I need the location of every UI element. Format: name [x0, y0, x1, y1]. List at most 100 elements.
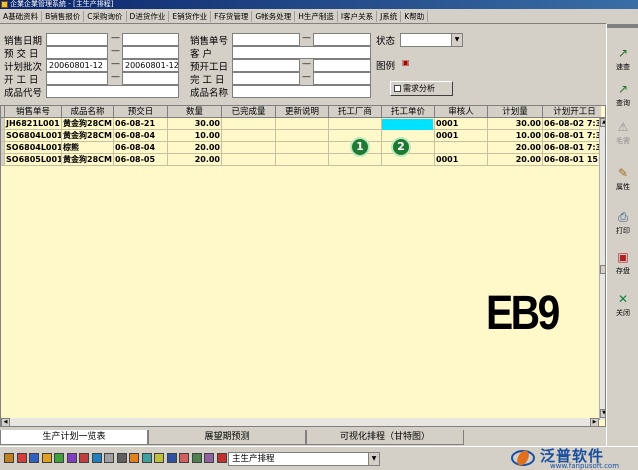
- taskbar-tool-icon[interactable]: [166, 453, 177, 463]
- table-cell[interactable]: [276, 130, 329, 142]
- menu-item[interactable]: D进货作业: [127, 10, 170, 22]
- column-header[interactable]: 销售单号: [5, 106, 62, 118]
- taskbar-tool-icon[interactable]: [204, 453, 214, 463]
- menu-item[interactable]: K帮助: [401, 10, 429, 22]
- taskbar-tool-icon[interactable]: [216, 453, 227, 463]
- table-cell[interactable]: [276, 118, 329, 130]
- table-cell[interactable]: 0001: [435, 118, 488, 130]
- table-cell[interactable]: [222, 154, 276, 166]
- table-cell[interactable]: SO6805L001: [5, 154, 62, 166]
- menu-item[interactable]: J系统: [377, 10, 402, 22]
- delivery-date-to-field[interactable]: [122, 46, 179, 59]
- table-cell[interactable]: [329, 118, 382, 130]
- table-cell[interactable]: SO6804L001: [5, 130, 62, 142]
- start-date-to-field[interactable]: [122, 72, 179, 85]
- table-cell[interactable]: 20.00: [168, 154, 222, 166]
- taskbar-tool-icon[interactable]: [66, 453, 77, 463]
- tab[interactable]: 展望期预测: [148, 430, 306, 445]
- table-cell[interactable]: 20.00: [488, 154, 543, 166]
- plan-batch-from-field[interactable]: 20060801-12: [46, 59, 108, 72]
- taskbar-tool-icon[interactable]: [16, 453, 27, 463]
- column-header[interactable]: 预交日: [114, 106, 168, 118]
- horizontal-scrollbar[interactable]: ◀ ▶: [1, 418, 599, 426]
- table-cell[interactable]: 棕熊: [62, 142, 114, 154]
- selected-cell[interactable]: [382, 119, 433, 130]
- taskbar-tool-icon[interactable]: [54, 453, 64, 463]
- column-header[interactable]: 数量: [168, 106, 222, 118]
- sidebar-button-gross-demand[interactable]: ⚠ 毛需: [609, 116, 637, 152]
- table-cell[interactable]: 30.00: [168, 118, 222, 130]
- table-cell[interactable]: 黄金狗28CM: [62, 130, 114, 142]
- table-cell[interactable]: 20.00: [488, 142, 543, 154]
- sidebar-button-close[interactable]: ✕ 关闭: [609, 288, 637, 324]
- customer-field[interactable]: [232, 46, 371, 59]
- column-header[interactable]: 计划量: [488, 106, 543, 118]
- status-select[interactable]: ▼: [400, 33, 463, 47]
- table-row[interactable]: SO6805L001 黄金狗28CM 06-08-05 20.00 0001 20.00 0…: [1, 154, 605, 166]
- table-cell[interactable]: [276, 154, 329, 166]
- menu-item[interactable]: A基础资料: [0, 10, 43, 22]
- vertical-scrollbar[interactable]: ▲ ▼: [599, 118, 605, 420]
- table-cell[interactable]: SO6804L001: [5, 142, 62, 154]
- table-cell[interactable]: 10.00: [488, 130, 543, 142]
- menu-item[interactable]: G帐务处理: [252, 10, 296, 22]
- table-cell[interactable]: 黄金狗28CM: [62, 118, 114, 130]
- taskbar-tool-icon[interactable]: [129, 453, 139, 463]
- sidebar-button-search[interactable]: ↗ 速查: [609, 42, 637, 78]
- menu-item[interactable]: I客户关系: [338, 10, 378, 22]
- start-date-from-field[interactable]: [46, 72, 108, 85]
- table-cell[interactable]: 06-08-02 7:30:00: [543, 118, 605, 130]
- product-code-field[interactable]: [46, 85, 179, 98]
- finish-date-to-field[interactable]: [313, 72, 371, 85]
- table-cell[interactable]: 06-08-04: [114, 130, 168, 142]
- taskbar-tool-icon[interactable]: [41, 453, 52, 463]
- menu-item[interactable]: F存货管理: [211, 10, 253, 22]
- sidebar-button-save[interactable]: ▣ 存盘: [609, 246, 637, 282]
- demand-analysis-button[interactable]: 需求分析: [390, 81, 453, 96]
- table-row[interactable]: SO6804L001 棕熊 06-08-04 20.00 20.00 06-08-01 7…: [1, 142, 605, 154]
- column-header[interactable]: 托工厂商: [329, 106, 382, 118]
- tab[interactable]: 可视化排程（甘特图）: [306, 430, 464, 445]
- scroll-right-icon[interactable]: ▶: [590, 418, 599, 426]
- taskbar-tool-icon[interactable]: [91, 453, 102, 463]
- table-cell[interactable]: JH6821L001: [5, 118, 62, 130]
- taskbar-tool-icon[interactable]: [116, 453, 127, 463]
- finish-date-from-field[interactable]: [232, 72, 300, 85]
- delivery-date-from-field[interactable]: [46, 46, 108, 59]
- sidebar-button-print[interactable]: ⎙ 打印: [609, 206, 637, 242]
- table-cell[interactable]: [435, 142, 488, 154]
- table-cell[interactable]: 0001: [435, 130, 488, 142]
- table-cell[interactable]: 20.00: [168, 142, 222, 154]
- table-cell[interactable]: 10.00: [168, 130, 222, 142]
- sale-date-to-field[interactable]: [122, 33, 179, 46]
- taskbar-tool-icon[interactable]: [141, 453, 152, 463]
- menu-item[interactable]: C采购询价: [84, 10, 127, 22]
- column-header[interactable]: 审核人: [435, 106, 488, 118]
- table-cell[interactable]: 0001: [435, 154, 488, 166]
- sidebar-button-properties[interactable]: ✎ 属性: [609, 162, 637, 198]
- column-header[interactable]: 成品名称: [62, 106, 114, 118]
- table-cell[interactable]: [382, 154, 435, 166]
- legend-icon[interactable]: ▣: [402, 58, 411, 67]
- table-cell[interactable]: 黄金狗28CM: [62, 154, 114, 166]
- sidebar-button-query[interactable]: ↗ 查询: [609, 78, 637, 114]
- taskbar-tool-icon[interactable]: [29, 453, 39, 463]
- plan-start-from-field[interactable]: [232, 59, 300, 72]
- table-cell[interactable]: 06-08-01 15:00:00: [543, 154, 605, 166]
- window-select[interactable]: 主生产排程 ▼: [228, 452, 380, 466]
- menu-item[interactable]: H生产制造: [295, 10, 338, 22]
- table-cell[interactable]: [222, 142, 276, 154]
- taskbar-tool-icon[interactable]: [179, 453, 189, 463]
- table-cell[interactable]: [222, 130, 276, 142]
- table-cell[interactable]: [222, 118, 276, 130]
- table-cell[interactable]: [276, 142, 329, 154]
- tab[interactable]: 生产计划一览表: [0, 430, 148, 445]
- taskbar-tool-icon[interactable]: [79, 453, 89, 463]
- column-header[interactable]: 更新说明: [276, 106, 329, 118]
- taskbar-tool-icon[interactable]: [191, 453, 202, 463]
- table-cell[interactable]: 06-08-04: [114, 142, 168, 154]
- sale-no-to-field[interactable]: [313, 33, 371, 46]
- plan-start-to-field[interactable]: [313, 59, 371, 72]
- sale-date-from-field[interactable]: [46, 33, 108, 46]
- sale-no-from-field[interactable]: [232, 33, 300, 46]
